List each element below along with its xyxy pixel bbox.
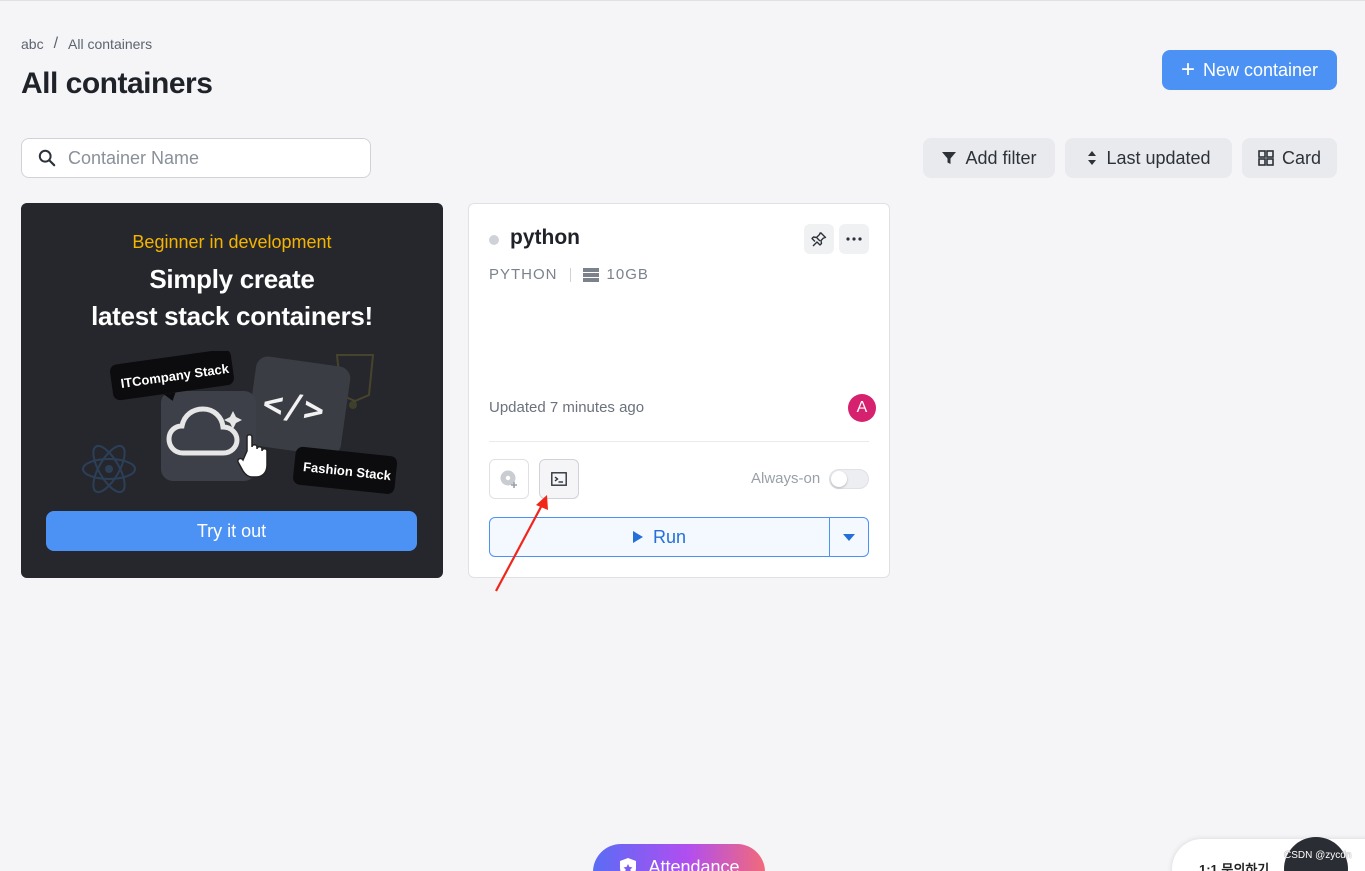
inquiry-label: 1:1 문의하기	[1199, 862, 1270, 871]
page-title: All containers	[21, 67, 213, 100]
sort-label: Last updated	[1106, 147, 1211, 168]
terminal-icon	[551, 472, 567, 486]
status-dot	[489, 235, 499, 245]
sort-icon	[1088, 151, 1097, 165]
more-options-button[interactable]	[839, 224, 869, 254]
breadcrumb: abc / All containers	[21, 35, 152, 53]
search-box	[21, 138, 371, 178]
filter-icon	[942, 152, 957, 164]
annotation-arrow	[495, 495, 548, 592]
code-tile: </>	[246, 356, 351, 456]
breadcrumb-workspace[interactable]: abc	[21, 36, 44, 52]
attendance-label: Attendance	[648, 857, 740, 871]
attendance-button[interactable]: Attendance	[593, 844, 765, 871]
avatar[interactable]: A	[848, 394, 876, 422]
svg-text:</>: </>	[260, 383, 326, 431]
search-input[interactable]	[68, 147, 348, 169]
card-divider	[489, 441, 869, 442]
always-on-label: Always-on	[751, 470, 821, 487]
caret-down-icon	[843, 533, 855, 541]
plus-icon: +	[1180, 56, 1195, 83]
promo-headline-line1: Simply create	[149, 264, 315, 294]
view-mode-label: Card	[1281, 147, 1321, 168]
add-filter-label: Add filter	[965, 147, 1037, 168]
watermark: CSDN @zycdn	[1284, 850, 1352, 861]
more-icon	[846, 237, 862, 241]
sort-button[interactable]: Last updated	[1065, 138, 1232, 178]
shield-icon	[620, 858, 637, 871]
play-icon	[632, 531, 643, 543]
meta-divider	[569, 267, 571, 282]
toggle-knob	[831, 471, 847, 487]
pin-icon	[811, 232, 827, 247]
new-container-label: New container	[1202, 59, 1319, 80]
breadcrumb-current: All containers	[68, 36, 153, 52]
promo-card: Beginner in development Simply create la…	[21, 203, 443, 578]
try-it-out-button[interactable]: Try it out	[46, 511, 417, 551]
search-icon	[38, 149, 56, 167]
run-label: Run	[652, 526, 687, 547]
pin-button[interactable]	[804, 224, 834, 254]
disk-info: 10GB	[582, 266, 649, 283]
new-container-button[interactable]: + New container	[1162, 50, 1337, 90]
promo-tagline: Beginner in development	[132, 232, 332, 252]
grid-icon	[1258, 150, 1274, 166]
view-mode-button[interactable]: Card	[1242, 138, 1337, 178]
container-meta: PYTHON 10GB	[489, 266, 649, 283]
add-filter-button[interactable]: Add filter	[923, 138, 1055, 178]
promo-headline-line2: latest stack containers!	[91, 301, 373, 331]
promo-headline: Simply create latest stack containers!	[21, 261, 443, 335]
react-logo-icon	[82, 444, 136, 494]
promo-illustration: </> ITCompany Stack Fashion Stack	[82, 351, 398, 494]
container-name[interactable]: python	[510, 226, 580, 250]
stack-label: PYTHON	[489, 266, 558, 283]
breadcrumb-separator: /	[53, 35, 59, 52]
disk-size: 10GB	[606, 266, 649, 283]
run-options-dropdown[interactable]	[829, 518, 868, 556]
updated-time: Updated 7 minutes ago	[489, 399, 645, 416]
disk-icon	[582, 267, 599, 282]
always-on-toggle[interactable]	[829, 469, 869, 489]
disc-add-icon	[500, 470, 517, 488]
